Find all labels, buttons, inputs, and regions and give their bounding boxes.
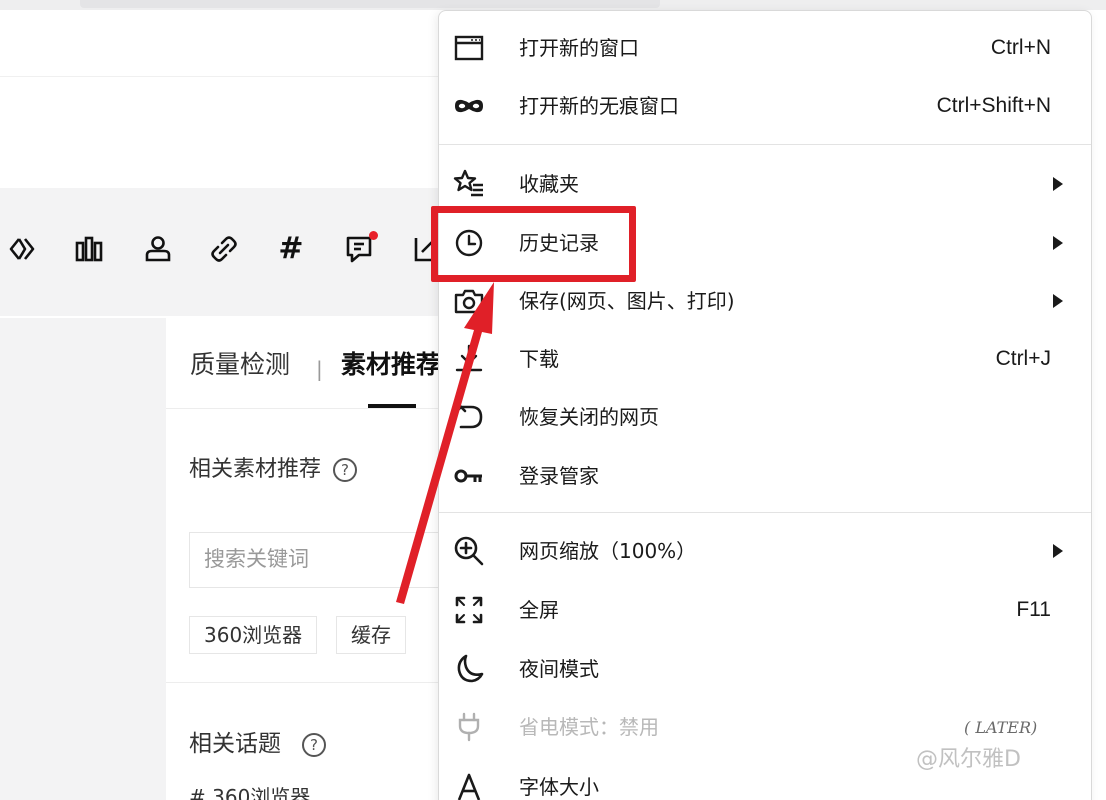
bar-chart-icon[interactable] xyxy=(74,234,104,264)
menu-item-label: 收藏夹 xyxy=(519,172,579,196)
window-icon xyxy=(453,32,485,64)
menu-separator xyxy=(439,144,1091,145)
material-section-title: 相关素材推荐 xyxy=(189,457,322,482)
topic-section-title: 相关话题 xyxy=(189,731,281,757)
hashtag-icon[interactable]: # xyxy=(276,234,306,264)
menu-item-new-window[interactable]: 打开新的窗口 Ctrl+N xyxy=(439,20,1091,76)
handwritten-scribble: ( LATER) xyxy=(964,718,1038,737)
menu-item-label: 保存(网页、图片、打印) xyxy=(519,289,735,313)
menu-item-label: 登录管家 xyxy=(519,464,599,488)
menu-separator xyxy=(439,512,1091,513)
menu-item-shortcut: F11 xyxy=(1016,598,1051,621)
tab-quality-check[interactable]: 质量检测 xyxy=(190,348,290,382)
font-size-icon xyxy=(453,771,485,800)
watermark: @风尔雅D xyxy=(916,747,1021,772)
menu-item-login-manager[interactable]: 登录管家 xyxy=(439,448,1091,504)
screenshot-root: # 质量检测 | 素材推荐 相关素材推荐 ? 360浏览器 缓存 相关话题 ? … xyxy=(0,0,1106,800)
tab-separator: | xyxy=(316,357,323,381)
menu-item-download[interactable]: 下载 Ctrl+J xyxy=(439,331,1091,387)
annotation-arrow xyxy=(396,282,494,604)
menu-item-fullscreen[interactable]: 全屏 F11 xyxy=(439,582,1091,638)
moon-icon xyxy=(453,653,485,685)
page-left-gutter xyxy=(0,318,166,800)
menu-item-label: 省电模式：禁用 xyxy=(519,715,659,739)
material-help-icon[interactable]: ? xyxy=(333,458,357,482)
header-divider xyxy=(0,76,440,77)
top-strip xyxy=(0,0,1106,10)
tag-360-browser[interactable]: 360浏览器 xyxy=(189,616,318,654)
plug-icon xyxy=(453,711,485,743)
submenu-arrow-icon xyxy=(1053,544,1063,558)
menu-item-shortcut: Ctrl+J xyxy=(995,347,1051,370)
menu-item-favorites[interactable]: 收藏夹 xyxy=(439,156,1091,212)
glasses-icon[interactable] xyxy=(7,234,37,264)
menu-item-label: 夜间模式 xyxy=(519,657,599,681)
submenu-arrow-icon xyxy=(1053,294,1063,308)
menu-item-shortcut: Ctrl+N xyxy=(990,36,1051,59)
menu-item-page-zoom[interactable]: 网页缩放（100%） xyxy=(439,523,1091,579)
star-list-icon xyxy=(453,168,485,200)
tag-cache[interactable]: 缓存 xyxy=(336,616,406,654)
menu-item-label: 恢复关闭的网页 xyxy=(519,405,659,429)
menu-item-label: 打开新的无痕窗口 xyxy=(519,94,679,118)
menu-item-night-mode[interactable]: 夜间模式 xyxy=(439,641,1091,697)
user-icon[interactable] xyxy=(143,234,173,264)
menu-item-label: 下载 xyxy=(519,347,559,371)
submenu-arrow-icon xyxy=(1053,177,1063,191)
link-icon[interactable] xyxy=(209,234,239,264)
menu-item-label: 打开新的窗口 xyxy=(519,36,639,60)
topic-item[interactable]: # 360浏览器 xyxy=(189,782,310,800)
submenu-arrow-icon xyxy=(1053,236,1063,250)
menu-item-shortcut: Ctrl+Shift+N xyxy=(936,94,1051,117)
incognito-mask-icon xyxy=(453,90,485,122)
menu-item-restore-closed-page[interactable]: 恢复关闭的网页 xyxy=(439,389,1091,445)
browser-main-menu: 打开新的窗口 Ctrl+N 打开新的无痕窗口 Ctrl+Shift+N 收藏夹 … xyxy=(438,10,1092,800)
menu-item-label: 网页缩放（100%） xyxy=(519,539,697,563)
menu-item-label: 全屏 xyxy=(519,598,559,622)
topic-help-icon[interactable]: ? xyxy=(302,733,326,757)
top-strip-segment xyxy=(80,0,660,8)
menu-item-label: 字体大小 xyxy=(519,775,599,799)
section-divider xyxy=(166,682,446,683)
menu-item-new-incognito-window[interactable]: 打开新的无痕窗口 Ctrl+Shift+N xyxy=(439,78,1091,134)
notification-dot xyxy=(369,231,378,240)
